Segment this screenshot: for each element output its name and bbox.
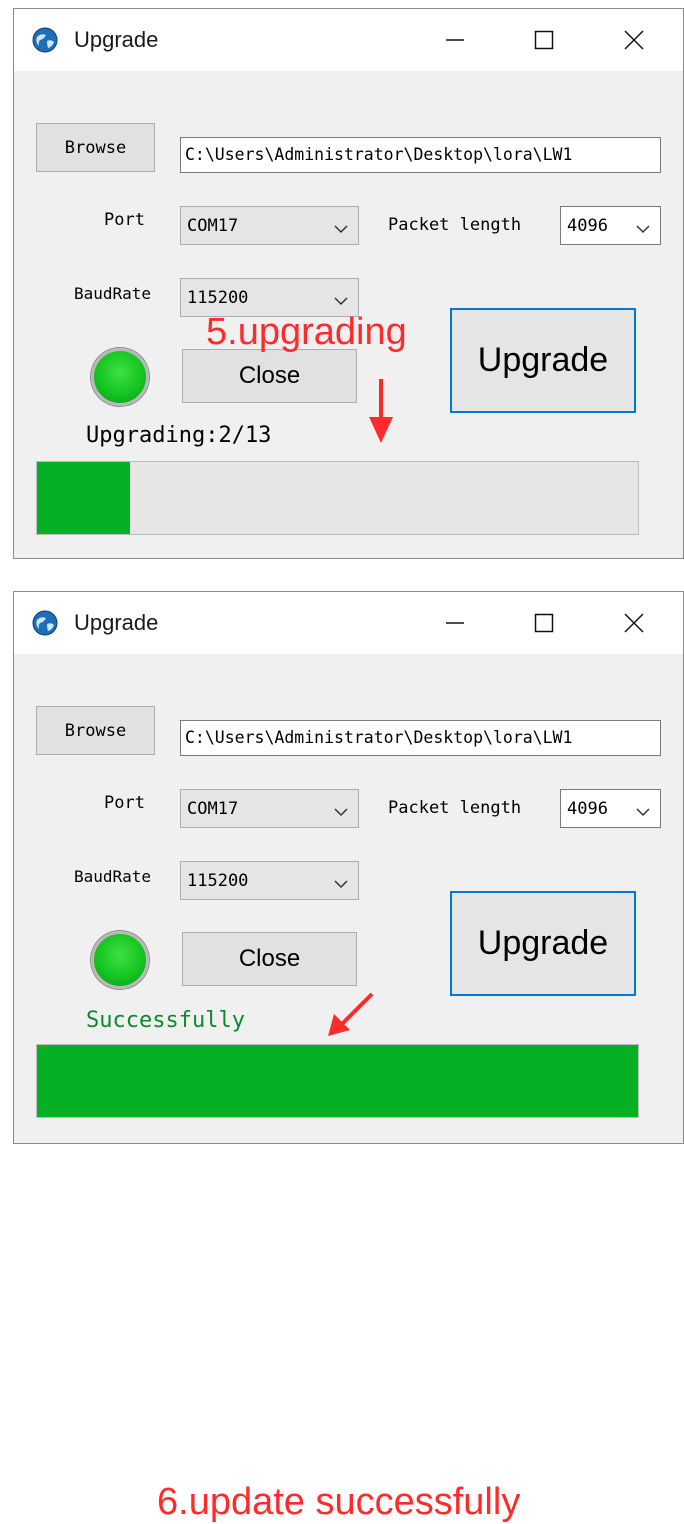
progress-fill xyxy=(37,1045,638,1117)
chevron-down-icon xyxy=(334,803,348,823)
packet-length-select[interactable]: 4096 xyxy=(560,789,661,828)
progress-fill xyxy=(37,462,130,534)
progress-bar xyxy=(36,1044,639,1118)
title-bar[interactable]: Upgrade xyxy=(14,9,683,71)
title-bar[interactable]: Upgrade xyxy=(14,592,683,654)
minimize-icon[interactable] xyxy=(432,600,478,646)
status-text: Upgrading:2/13 xyxy=(86,423,272,448)
packet-length-value: 4096 xyxy=(567,215,608,236)
chevron-down-icon xyxy=(334,875,348,895)
status-text: Successfully xyxy=(86,1008,245,1033)
annotation-text: 6.update successfully xyxy=(157,1481,521,1523)
browse-button[interactable]: Browse xyxy=(36,706,155,755)
arrow-down-icon xyxy=(369,379,393,443)
upgrade-button[interactable]: Upgrade xyxy=(450,308,636,413)
upgrade-button[interactable]: Upgrade xyxy=(450,891,636,996)
chevron-down-icon xyxy=(334,220,348,240)
packet-length-label: Packet length xyxy=(388,798,522,818)
file-path-field[interactable]: C:\Users\Administrator\Desktop\lora\LW1 xyxy=(180,720,661,756)
upgrade-window-success: Upgrade Browse C:\Users\Administrator\De… xyxy=(13,591,684,1523)
app-globe-icon xyxy=(32,27,58,53)
progress-bar xyxy=(36,461,639,535)
close-port-button[interactable]: Close xyxy=(182,349,357,403)
minimize-icon[interactable] xyxy=(432,17,478,63)
window-title: Upgrade xyxy=(74,27,159,52)
baudrate-value: 115200 xyxy=(187,870,249,891)
port-value: COM17 xyxy=(187,215,239,236)
baudrate-select[interactable]: 115200 xyxy=(180,861,359,900)
arrow-down-icon xyxy=(328,992,374,1036)
baudrate-label: BaudRate xyxy=(74,867,152,886)
port-select[interactable]: COM17 xyxy=(180,789,359,828)
close-icon[interactable] xyxy=(611,17,657,63)
app-globe-icon xyxy=(32,610,58,636)
maximize-icon[interactable] xyxy=(521,17,567,63)
packet-length-value: 4096 xyxy=(567,798,608,819)
chevron-down-icon xyxy=(636,220,650,240)
packet-length-select[interactable]: 4096 xyxy=(560,206,661,245)
port-label: Port xyxy=(104,793,145,813)
status-led xyxy=(91,348,149,406)
baudrate-label: BaudRate xyxy=(74,284,152,303)
upgrade-window-upgrading: Upgrade Browse C:\Users\Administrator\De… xyxy=(13,8,684,559)
port-label: Port xyxy=(104,210,145,230)
close-icon[interactable] xyxy=(611,600,657,646)
close-port-button[interactable]: Close xyxy=(182,932,357,986)
status-led xyxy=(91,931,149,989)
browse-button[interactable]: Browse xyxy=(36,123,155,172)
annotation-text: 5.upgrading xyxy=(206,311,407,353)
baudrate-value: 115200 xyxy=(187,287,249,308)
maximize-icon[interactable] xyxy=(521,600,567,646)
chevron-down-icon xyxy=(334,292,348,312)
file-path-field[interactable]: C:\Users\Administrator\Desktop\lora\LW1 xyxy=(180,137,661,173)
window-title: Upgrade xyxy=(74,610,159,635)
chevron-down-icon xyxy=(636,803,650,823)
port-value: COM17 xyxy=(187,798,239,819)
port-select[interactable]: COM17 xyxy=(180,206,359,245)
packet-length-label: Packet length xyxy=(388,215,522,235)
